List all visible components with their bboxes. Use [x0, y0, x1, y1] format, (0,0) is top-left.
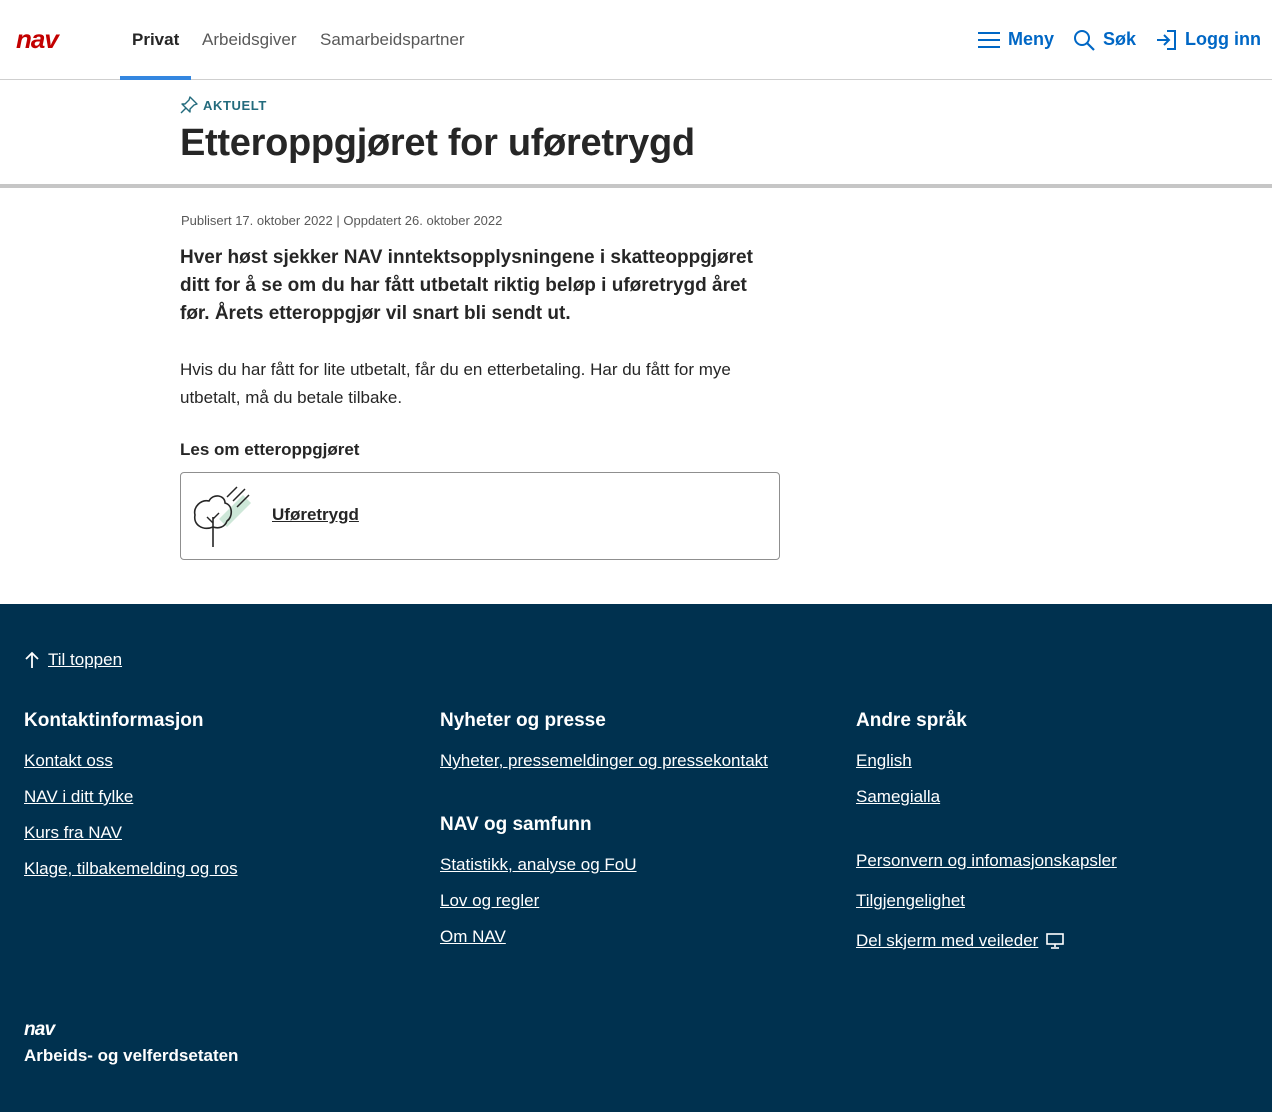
footer-link-english[interactable]: English	[856, 751, 912, 771]
del-skjerm-label: Del skjerm med veileder	[856, 931, 1039, 950]
login-label: Logg inn	[1185, 29, 1261, 49]
section-label: Les om etteroppgjøret	[180, 440, 360, 459]
tag-label: AKTUELT	[203, 97, 267, 113]
site-header: nav Privat Arbeidsgiver Samarbeidspartne…	[0, 0, 1272, 80]
page-title: Etteroppgjøret for uføretrygd	[180, 122, 695, 164]
menu-label: Meny	[1008, 29, 1055, 49]
article-ingress: Hver høst sjekker NAV inntektsopplysning…	[180, 247, 753, 324]
article-body: Hvis du har fått for lite utbetalt, får …	[180, 360, 731, 407]
nav-logo[interactable]: nav	[16, 28, 80, 52]
footer-link-kurs[interactable]: Kurs fra NAV	[24, 823, 122, 843]
pushpin-icon	[180, 96, 198, 114]
footer-link-personvern[interactable]: Personvern og infomasjonskapsler	[856, 851, 1117, 871]
footer-heading-sprak: Andre språk	[856, 710, 967, 731]
tab-samarbeidspartner[interactable]: Samarbeidspartner	[308, 0, 477, 79]
tab-arbeidsgiver[interactable]: Arbeidsgiver	[190, 0, 309, 79]
footer-link-pressemeldinger[interactable]: Nyheter, pressemeldinger og pressekontak…	[440, 751, 768, 771]
footer-link-kontakt-oss[interactable]: Kontakt oss	[24, 751, 113, 771]
footer-heading-nyheter: Nyheter og presse	[440, 710, 606, 731]
search-button[interactable]: Søk	[1073, 0, 1136, 79]
to-top-link[interactable]: Til toppen	[24, 650, 122, 670]
footer-link-samegialla[interactable]: Samegialla	[856, 787, 940, 807]
arrow-up-icon	[25, 651, 39, 668]
svg-text:nav: nav	[16, 28, 60, 52]
footer-heading-kontakt: Kontaktinformasjon	[24, 710, 204, 731]
footer-link-lov-og-regler[interactable]: Lov og regler	[440, 891, 539, 911]
article-tag: AKTUELT	[180, 96, 267, 114]
footer-link-nav-i-ditt-fylke[interactable]: NAV i ditt fylke	[24, 787, 133, 807]
card-label: Uføretrygd	[272, 505, 359, 524]
login-button[interactable]: Logg inn	[1155, 0, 1261, 79]
footer-link-klage[interactable]: Klage, tilbakemelding og ros	[24, 859, 238, 879]
tab-privat[interactable]: Privat	[120, 0, 192, 80]
monitor-icon	[1046, 933, 1065, 949]
footer-org-name: Arbeids- og velferdsetaten	[24, 1046, 239, 1065]
footer-link-statistikk[interactable]: Statistikk, analyse og FoU	[440, 855, 637, 875]
search-icon	[1074, 29, 1095, 51]
footer-nav-logo: nav	[24, 1020, 57, 1038]
publish-meta: Publisert 17. oktober 2022 | Oppdatert 2…	[181, 213, 503, 228]
search-label: Søk	[1103, 29, 1137, 49]
tree-illustration-icon	[193, 486, 251, 547]
menu-button[interactable]: Meny	[978, 0, 1054, 79]
footer-heading-samfunn: NAV og samfunn	[440, 814, 592, 835]
svg-text:nav: nav	[24, 1020, 57, 1038]
uforetrygd-link-card[interactable]: Uføretrygd	[180, 472, 780, 560]
footer-link-tilgjengelighet[interactable]: Tilgjengelighet	[856, 891, 965, 911]
to-top-label: Til toppen	[48, 650, 123, 669]
login-icon	[1157, 29, 1176, 50]
site-footer: Til toppen Kontaktinformasjon Kontakt os…	[0, 604, 1272, 1112]
footer-link-del-skjerm[interactable]: Del skjerm med veileder	[856, 931, 1065, 951]
hamburger-icon	[978, 31, 1000, 48]
footer-link-om-nav[interactable]: Om NAV	[440, 927, 506, 947]
